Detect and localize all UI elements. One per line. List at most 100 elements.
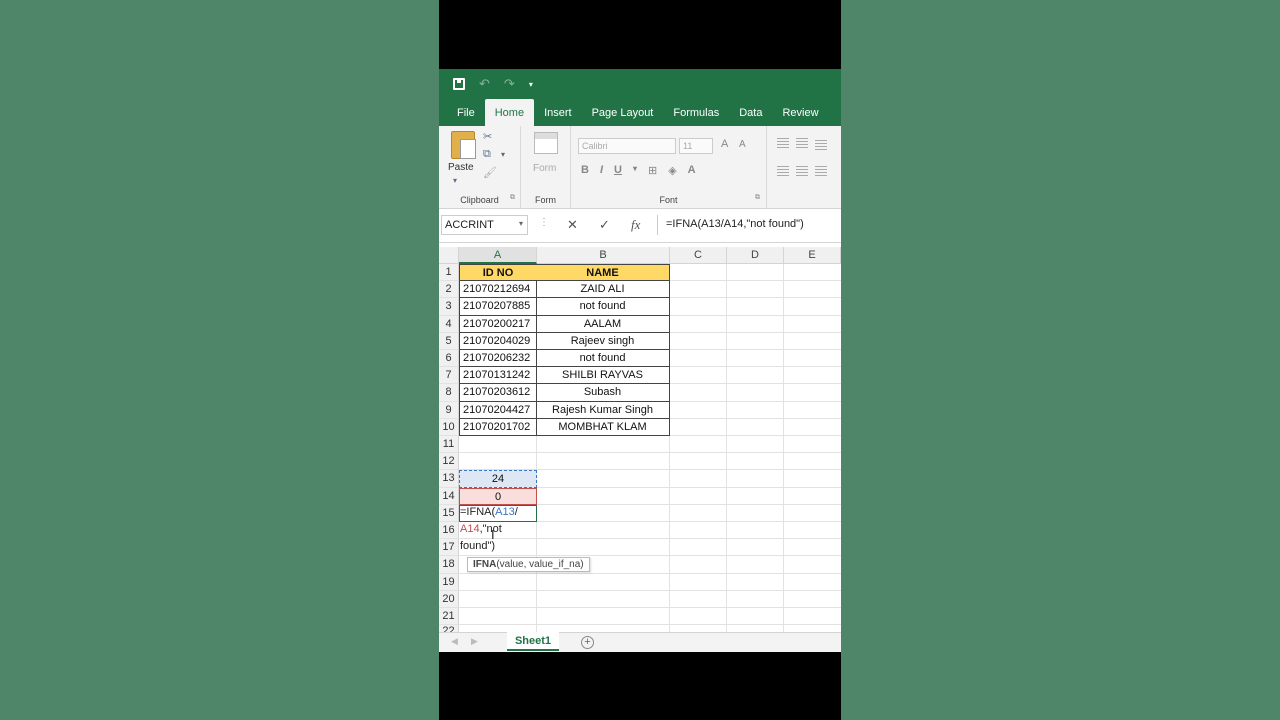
tab-page-layout[interactable]: Page Layout bbox=[582, 99, 664, 126]
customize-toolbar-icon[interactable]: ▾ bbox=[529, 80, 533, 89]
cell-name[interactable]: MOMBHAT KLAM bbox=[536, 418, 670, 436]
cell-id[interactable]: 21070204427 bbox=[459, 401, 537, 419]
save-icon[interactable] bbox=[453, 78, 465, 90]
tab-file[interactable]: File bbox=[447, 99, 485, 126]
increase-font-icon[interactable]: A bbox=[721, 138, 728, 150]
add-sheet-icon[interactable]: + bbox=[581, 636, 594, 649]
cell-id[interactable]: 21070204029 bbox=[459, 332, 537, 350]
form-button[interactable]: Form bbox=[533, 163, 556, 174]
cell-id[interactable]: 21070203612 bbox=[459, 384, 537, 402]
cell-a14[interactable]: 0 bbox=[459, 487, 537, 505]
form-icon[interactable] bbox=[534, 132, 558, 154]
cell-name[interactable]: Rajesh Kumar Singh bbox=[536, 401, 670, 419]
row-header[interactable]: 12 bbox=[439, 453, 459, 471]
underline-icon[interactable]: U bbox=[614, 164, 622, 177]
row-header[interactable]: 21 bbox=[439, 608, 459, 626]
row-header[interactable]: 16 bbox=[439, 522, 459, 540]
copy-icon[interactable]: ⧉ bbox=[483, 148, 491, 161]
cell-id[interactable]: 21070207885 bbox=[459, 298, 537, 316]
bottom-align-icon[interactable] bbox=[815, 140, 827, 150]
decrease-font-icon[interactable]: A bbox=[739, 139, 746, 150]
font-name-select[interactable]: Calibri bbox=[578, 138, 676, 154]
prev-sheet-icon[interactable]: ◀ bbox=[451, 636, 458, 647]
row-header[interactable]: 6 bbox=[439, 350, 459, 368]
row-header[interactable]: 18 bbox=[439, 556, 459, 574]
cell-id[interactable]: 21070131242 bbox=[459, 367, 537, 385]
underline-dropdown-icon[interactable]: ▾ bbox=[633, 164, 637, 177]
tab-formulas[interactable]: Formulas bbox=[663, 99, 729, 126]
column-header-e[interactable]: E bbox=[784, 247, 841, 264]
insert-function-icon[interactable]: fx bbox=[631, 217, 640, 233]
row-header[interactable]: 5 bbox=[439, 332, 459, 350]
tab-review[interactable]: Review bbox=[772, 99, 828, 126]
align-right-icon[interactable] bbox=[815, 166, 827, 176]
row-header[interactable]: 14 bbox=[439, 487, 459, 505]
table-header-cell[interactable]: ID NO bbox=[459, 264, 537, 282]
font-color-icon[interactable]: A bbox=[688, 164, 696, 177]
row-header[interactable]: 7 bbox=[439, 367, 459, 385]
row-header[interactable]: 20 bbox=[439, 590, 459, 608]
align-center-icon[interactable] bbox=[796, 166, 808, 176]
cell-name[interactable]: AALAM bbox=[536, 315, 670, 333]
tab-data[interactable]: Data bbox=[729, 99, 772, 126]
cancel-icon[interactable]: ✕ bbox=[567, 217, 578, 233]
row-header[interactable]: 4 bbox=[439, 315, 459, 333]
fill-color-icon[interactable]: ◈ bbox=[668, 164, 676, 177]
borders-icon[interactable]: ⊞ bbox=[648, 164, 657, 177]
column-header-b[interactable]: B bbox=[537, 247, 670, 264]
cell-name[interactable]: not found bbox=[536, 350, 670, 368]
column-header-d[interactable]: D bbox=[727, 247, 784, 264]
top-align-icon[interactable] bbox=[777, 138, 789, 148]
cell-id[interactable]: 21070201702 bbox=[459, 418, 537, 436]
font-launcher-icon[interactable]: ⧉ bbox=[755, 194, 760, 202]
copy-dropdown-icon[interactable]: ▾ bbox=[501, 150, 505, 159]
cell-name[interactable]: Subash bbox=[536, 384, 670, 402]
clipboard-launcher-icon[interactable]: ⧉ bbox=[510, 194, 515, 202]
cell-id[interactable]: 21070212694 bbox=[459, 281, 537, 299]
cell-name[interactable]: Rajeev singh bbox=[536, 332, 670, 350]
chevron-down-icon[interactable]: ▾ bbox=[519, 219, 523, 228]
paste-button[interactable]: Paste bbox=[448, 162, 474, 173]
cell-name[interactable]: not found bbox=[536, 298, 670, 316]
column-header-c[interactable]: C bbox=[670, 247, 727, 264]
format-painter-icon[interactable]: 🖌 bbox=[483, 166, 497, 179]
tab-home[interactable]: Home bbox=[484, 99, 535, 126]
cell-name[interactable]: SHILBI RAYVAS bbox=[536, 367, 670, 385]
middle-align-icon[interactable] bbox=[796, 138, 808, 148]
italic-icon[interactable]: I bbox=[600, 164, 603, 177]
row-header[interactable]: 1 bbox=[439, 264, 459, 282]
cell-id[interactable]: 21070200217 bbox=[459, 315, 537, 333]
cell-id[interactable]: 21070206232 bbox=[459, 350, 537, 368]
enter-icon[interactable]: ✓ bbox=[599, 217, 610, 233]
cell-name[interactable]: ZAID ALI bbox=[536, 281, 670, 299]
row-header[interactable]: 19 bbox=[439, 573, 459, 591]
paste-dropdown-icon[interactable]: ▾ bbox=[453, 176, 457, 185]
row-header[interactable]: 10 bbox=[439, 418, 459, 436]
row-header[interactable]: 8 bbox=[439, 384, 459, 402]
row-header[interactable]: 15 bbox=[439, 504, 459, 522]
sheet-tab-sheet1[interactable]: Sheet1 bbox=[507, 632, 559, 651]
font-format-row: B I U ▾ ⊞ ◈ A bbox=[581, 164, 696, 177]
row-header[interactable]: 13 bbox=[439, 470, 459, 488]
paste-icon[interactable] bbox=[451, 131, 476, 159]
tooltip-function-name[interactable]: IFNA bbox=[473, 559, 496, 570]
row-header[interactable]: 9 bbox=[439, 401, 459, 419]
next-sheet-icon[interactable]: ▶ bbox=[471, 636, 478, 647]
row-header[interactable]: 3 bbox=[439, 298, 459, 316]
row-header[interactable]: 17 bbox=[439, 539, 459, 557]
table-header-cell[interactable]: NAME bbox=[536, 264, 670, 282]
tab-insert[interactable]: Insert bbox=[534, 99, 582, 126]
align-left-icon[interactable] bbox=[777, 166, 789, 176]
undo-icon[interactable]: ↶ bbox=[479, 76, 490, 92]
row-header[interactable]: 2 bbox=[439, 281, 459, 299]
formula-input[interactable]: =IFNA(A13/A14,"not found") bbox=[657, 215, 841, 235]
cell-a13[interactable]: 24 bbox=[459, 470, 537, 488]
column-header-a[interactable]: A bbox=[459, 247, 537, 264]
select-all-corner[interactable] bbox=[439, 247, 459, 264]
name-box[interactable]: ACCRINT ▾ bbox=[441, 215, 528, 235]
redo-icon[interactable]: ↷ bbox=[504, 76, 515, 92]
font-size-select[interactable]: 11 bbox=[679, 138, 713, 154]
cut-icon[interactable]: ✂ bbox=[483, 130, 492, 143]
row-header[interactable]: 11 bbox=[439, 436, 459, 454]
bold-icon[interactable]: B bbox=[581, 164, 589, 177]
